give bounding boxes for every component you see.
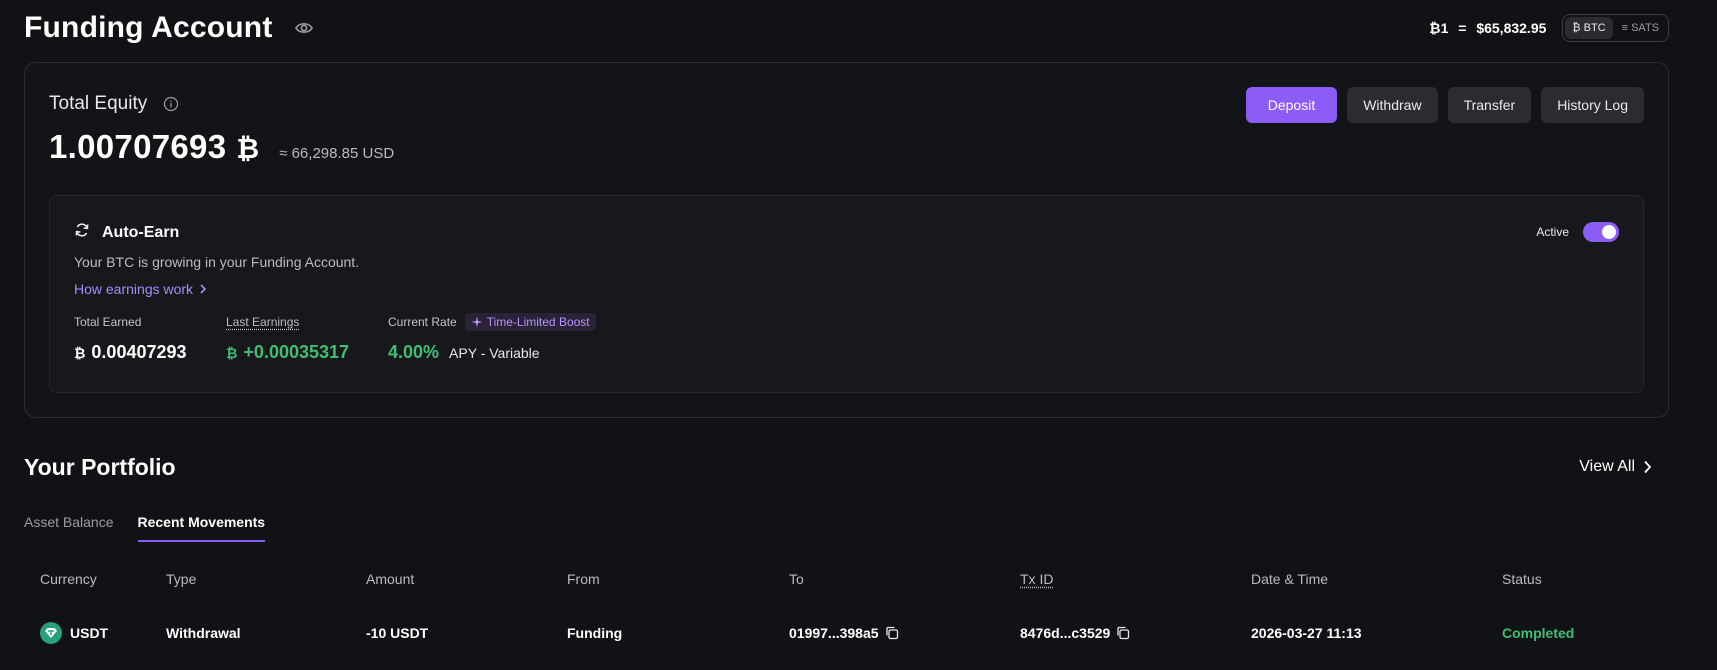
portfolio-tabs: Asset Balance Recent Movements (24, 514, 266, 542)
column-header: To (789, 571, 804, 587)
total-earned-stat: Total Earned ₿ 0.00407293 (74, 312, 187, 363)
total-earned-value: 0.00407293 (91, 342, 187, 362)
column-header: Status (1502, 571, 1542, 587)
copy-icon[interactable] (885, 626, 899, 640)
current-rate-label-row: Current Rate Time-Limited Boost (388, 312, 596, 332)
table-header-row: Currency Type Amount From To Tx ID Date … (24, 566, 1669, 592)
page-title: Funding Account (24, 11, 273, 44)
last-earnings-value-row: ₿ +0.00035317 (226, 342, 349, 363)
column-header: Date & Time (1251, 571, 1329, 587)
column-header: Type (166, 571, 197, 587)
auto-earn-status: Active (1536, 222, 1619, 242)
time-limited-boost-badge: Time-Limited Boost (464, 313, 596, 331)
auto-earn-toggle[interactable] (1583, 222, 1619, 242)
rate-suffix: APY - Variable (449, 345, 540, 361)
amount-cell: -10 USDT (366, 625, 429, 641)
tab-recent-movements[interactable]: Recent Movements (137, 514, 266, 542)
deposit-button[interactable]: Deposit (1245, 87, 1338, 123)
tx-id: 8476d...c3529 (1020, 625, 1111, 641)
last-earnings-value: +0.00035317 (243, 342, 350, 362)
auto-earn-title: Auto-Earn (102, 223, 180, 241)
transfer-button[interactable]: Transfer (1447, 87, 1532, 123)
refresh-icon (74, 222, 90, 243)
sparkle-icon (471, 316, 483, 328)
eye-icon[interactable] (293, 17, 315, 39)
unit-btc-option[interactable]: ₿ BTC (1565, 17, 1613, 39)
usdt-coin-icon (40, 622, 62, 644)
info-icon[interactable] (163, 96, 179, 112)
equity-label-row: Total Equity (49, 93, 179, 115)
chevron-right-icon (1644, 460, 1652, 474)
equity-actions: Deposit Withdraw Transfer History Log (1245, 87, 1644, 123)
bitcoin-symbol: ₿ (226, 345, 238, 361)
unit-sats-option[interactable]: ≡ SATS (1615, 17, 1666, 39)
current-rate-label: Current Rate (388, 315, 457, 329)
equity-label: Total Equity (49, 93, 148, 114)
txid-cell: 8476d...c3529 (1020, 625, 1251, 641)
last-earnings-stat: Last Earnings ₿ +0.00035317 (226, 312, 349, 363)
auto-earn-panel: Auto-Earn Active Your BTC is growing in … (49, 195, 1644, 393)
total-earned-label: Total Earned (74, 315, 142, 329)
status-badge: Completed (1502, 625, 1575, 641)
current-rate-stat: Current Rate Time-Limited Boost 4.00% AP… (388, 312, 596, 363)
column-header-txid[interactable]: Tx ID (1020, 571, 1053, 587)
btc-price: ₿1 = $65,832.95 (1429, 20, 1546, 36)
column-header: Currency (40, 571, 97, 587)
header-right: ₿1 = $65,832.95 ₿ BTC ≡ SATS (1429, 14, 1669, 42)
price-value: $65,832.95 (1476, 20, 1547, 36)
tab-asset-balance[interactable]: Asset Balance (24, 514, 114, 542)
last-earnings-label[interactable]: Last Earnings (226, 312, 340, 332)
equity-value-row: 1.00707693 ₿ ≈ 66,298.85 USD (49, 128, 394, 166)
to-cell: 01997...398a5 (789, 625, 1020, 641)
equity-usd-value: ≈ 66,298.85 USD (279, 145, 395, 162)
movements-table: Currency Type Amount From To Tx ID Date … (24, 566, 1669, 646)
unit-toggle: ₿ BTC ≡ SATS (1562, 14, 1669, 42)
view-all-link[interactable]: View All (1579, 458, 1652, 476)
how-earnings-work-label: How earnings work (74, 281, 194, 297)
page-header: Funding Account ₿1 = $65,832.95 ₿ BTC ≡ … (24, 0, 1669, 56)
column-header: Amount (366, 571, 415, 587)
boost-label: Time-Limited Boost (486, 315, 590, 329)
rate-value: 4.00% (388, 342, 440, 362)
equity-value: 1.00707693 (49, 128, 227, 165)
bitcoin-symbol: ₿ (236, 133, 260, 164)
currency-value: USDT (70, 625, 109, 641)
total-earned-value-row: ₿ 0.00407293 (74, 342, 187, 363)
datetime-cell: 2026-03-27 11:13 (1251, 625, 1362, 641)
price-unit: ₿1 (1429, 20, 1449, 36)
bitcoin-symbol: ₿ (74, 345, 86, 361)
how-earnings-work-link[interactable]: How earnings work (74, 281, 207, 297)
currency-cell: USDT (24, 622, 166, 644)
auto-earn-header: Auto-Earn (74, 222, 179, 243)
column-header: From (567, 571, 600, 587)
auto-earn-description: Your BTC is growing in your Funding Acco… (74, 254, 360, 270)
auto-earn-status-label: Active (1536, 225, 1569, 239)
withdraw-button[interactable]: Withdraw (1347, 87, 1438, 123)
to-address: 01997...398a5 (789, 625, 879, 641)
from-cell: Funding (567, 625, 623, 641)
chevron-right-icon (200, 284, 207, 294)
portfolio-title: Your Portfolio (24, 454, 176, 480)
current-rate-value-row: 4.00% APY - Variable (388, 342, 596, 363)
view-all-label: View All (1579, 458, 1635, 475)
copy-icon[interactable] (1116, 626, 1130, 640)
auto-earn-stats: Total Earned ₿ 0.00407293 Last Earnings … (74, 312, 644, 363)
funding-account-page: Funding Account ₿1 = $65,832.95 ₿ BTC ≡ … (0, 0, 1717, 670)
price-equals: = (1458, 20, 1467, 36)
history-log-button[interactable]: History Log (1541, 87, 1644, 123)
type-cell: Withdrawal (166, 625, 241, 641)
table-row[interactable]: USDT Withdrawal -10 USDT Funding 01997..… (24, 620, 1669, 646)
total-equity-card: Total Equity 1.00707693 ₿ ≈ 66,298.85 US… (24, 62, 1669, 418)
